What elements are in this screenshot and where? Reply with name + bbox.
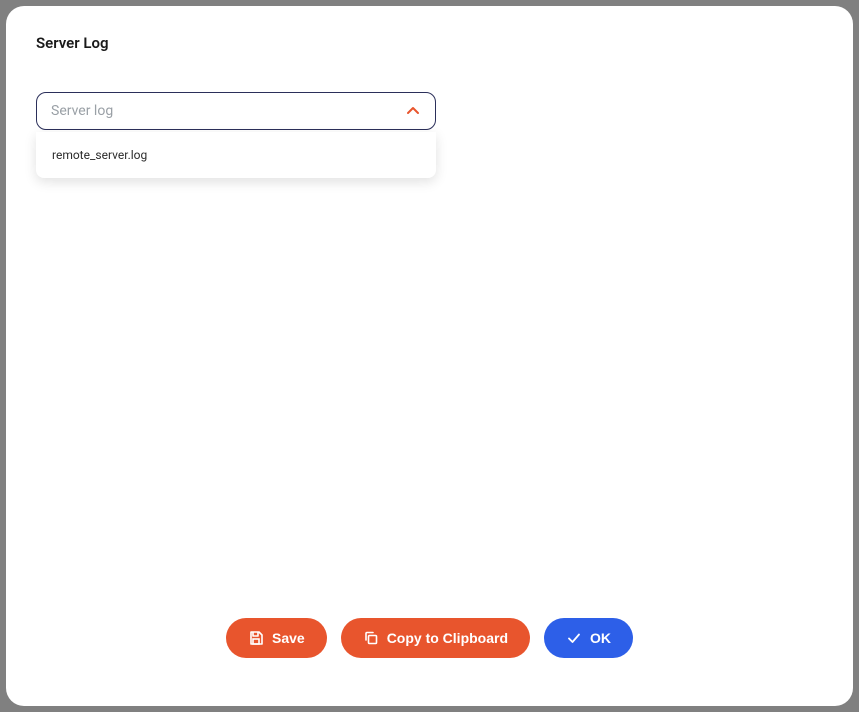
dropdown-menu: remote_server.log (36, 132, 436, 178)
server-log-dialog: Server Log Server log remote_server.log (6, 6, 853, 706)
save-icon (248, 630, 264, 646)
dropdown-item[interactable]: remote_server.log (36, 138, 436, 172)
ok-button-label: OK (590, 630, 611, 646)
dropdown-trigger[interactable]: Server log (36, 92, 436, 130)
dropdown-placeholder: Server log (51, 103, 113, 119)
dialog-title: Server Log (36, 34, 823, 52)
copy-icon (363, 630, 379, 646)
save-button[interactable]: Save (226, 618, 327, 658)
copy-button-label: Copy to Clipboard (387, 630, 508, 646)
server-log-dropdown: Server log remote_server.log (36, 92, 436, 130)
chevron-up-icon (405, 103, 421, 119)
copy-to-clipboard-button[interactable]: Copy to Clipboard (341, 618, 530, 658)
ok-button[interactable]: OK (544, 618, 633, 658)
check-icon (566, 630, 582, 646)
button-bar: Save Copy to Clipboard OK (36, 618, 823, 678)
save-button-label: Save (272, 630, 305, 646)
